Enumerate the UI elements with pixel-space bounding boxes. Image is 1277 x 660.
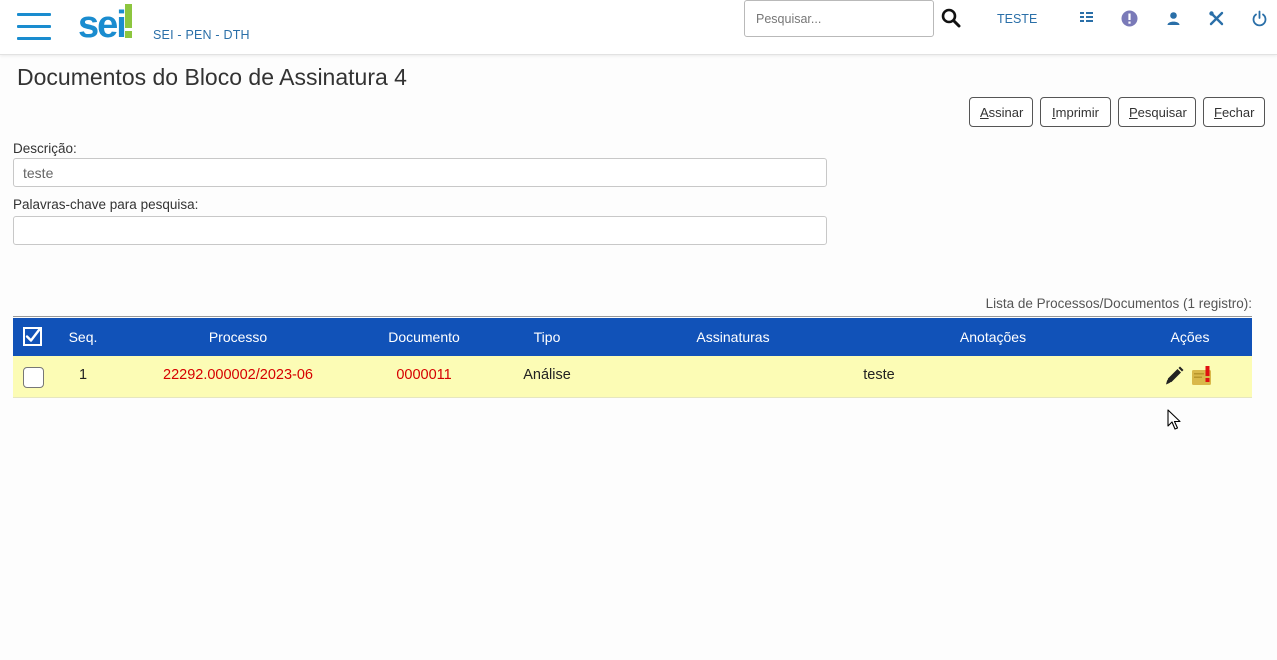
row-anotacoes: teste xyxy=(863,367,895,383)
row-checkbox[interactable] xyxy=(23,367,44,388)
table-header: Seq. Processo Documento Tipo Assinaturas… xyxy=(13,318,1252,356)
descricao-label: Descrição: xyxy=(13,141,77,156)
row-documento-link[interactable]: 0000011 xyxy=(396,367,451,383)
row-seq: 1 xyxy=(78,367,88,383)
select-all-checkbox-icon[interactable] xyxy=(23,327,42,346)
fechar-button[interactable]: Fechar xyxy=(1203,97,1265,127)
table-caption: Lista de Processos/Documentos (1 registr… xyxy=(985,296,1252,311)
power-icon[interactable] xyxy=(1251,10,1268,27)
search-input[interactable] xyxy=(744,0,934,37)
svg-text:sei: sei xyxy=(78,4,125,42)
user-icon[interactable] xyxy=(1165,10,1182,27)
annotation-icon[interactable] xyxy=(1191,365,1213,387)
alert-icon[interactable] xyxy=(1121,10,1138,27)
column-header-seq[interactable]: Seq. xyxy=(69,329,98,345)
pencil-icon[interactable] xyxy=(1163,365,1185,387)
imprimir-button[interactable]: Imprimir xyxy=(1040,97,1111,127)
table-divider xyxy=(13,316,1252,317)
sei-logo[interactable]: sei xyxy=(78,2,138,42)
column-header-acoes: Ações xyxy=(1170,329,1210,345)
column-header-documento[interactable]: Documento xyxy=(388,329,460,345)
search-icon[interactable] xyxy=(941,8,961,28)
menu-icon[interactable] xyxy=(17,13,52,41)
pesquisar-button[interactable]: Pesquisar xyxy=(1118,97,1196,127)
top-bar: sei SEI - PEN - DTH TESTE xyxy=(0,0,1277,55)
mouse-cursor-icon xyxy=(1167,409,1181,430)
user-name[interactable]: TESTE xyxy=(997,12,1037,26)
assinar-button[interactable]: Assinar xyxy=(969,97,1033,127)
page-title: Documentos do Bloco de Assinatura 4 xyxy=(17,64,407,90)
panel-icon[interactable] xyxy=(1078,10,1095,27)
palavras-chave-label: Palavras-chave para pesquisa: xyxy=(13,197,199,212)
column-header-anotacoes: Anotações xyxy=(959,329,1027,345)
table-row: 1 22292.000002/2023-06 0000011 Análise t… xyxy=(13,356,1252,398)
row-tipo: Análise xyxy=(523,367,571,383)
column-header-assinaturas: Assinaturas xyxy=(696,329,770,345)
descricao-field[interactable] xyxy=(13,158,827,187)
column-header-tipo[interactable]: Tipo xyxy=(534,329,561,345)
tools-icon[interactable] xyxy=(1208,10,1225,27)
column-header-processo[interactable]: Processo xyxy=(209,329,267,345)
unit-label[interactable]: SEI - PEN - DTH xyxy=(153,28,250,42)
row-processo-link[interactable]: 22292.000002/2023-06 xyxy=(163,367,313,383)
palavras-chave-field[interactable] xyxy=(13,216,827,245)
